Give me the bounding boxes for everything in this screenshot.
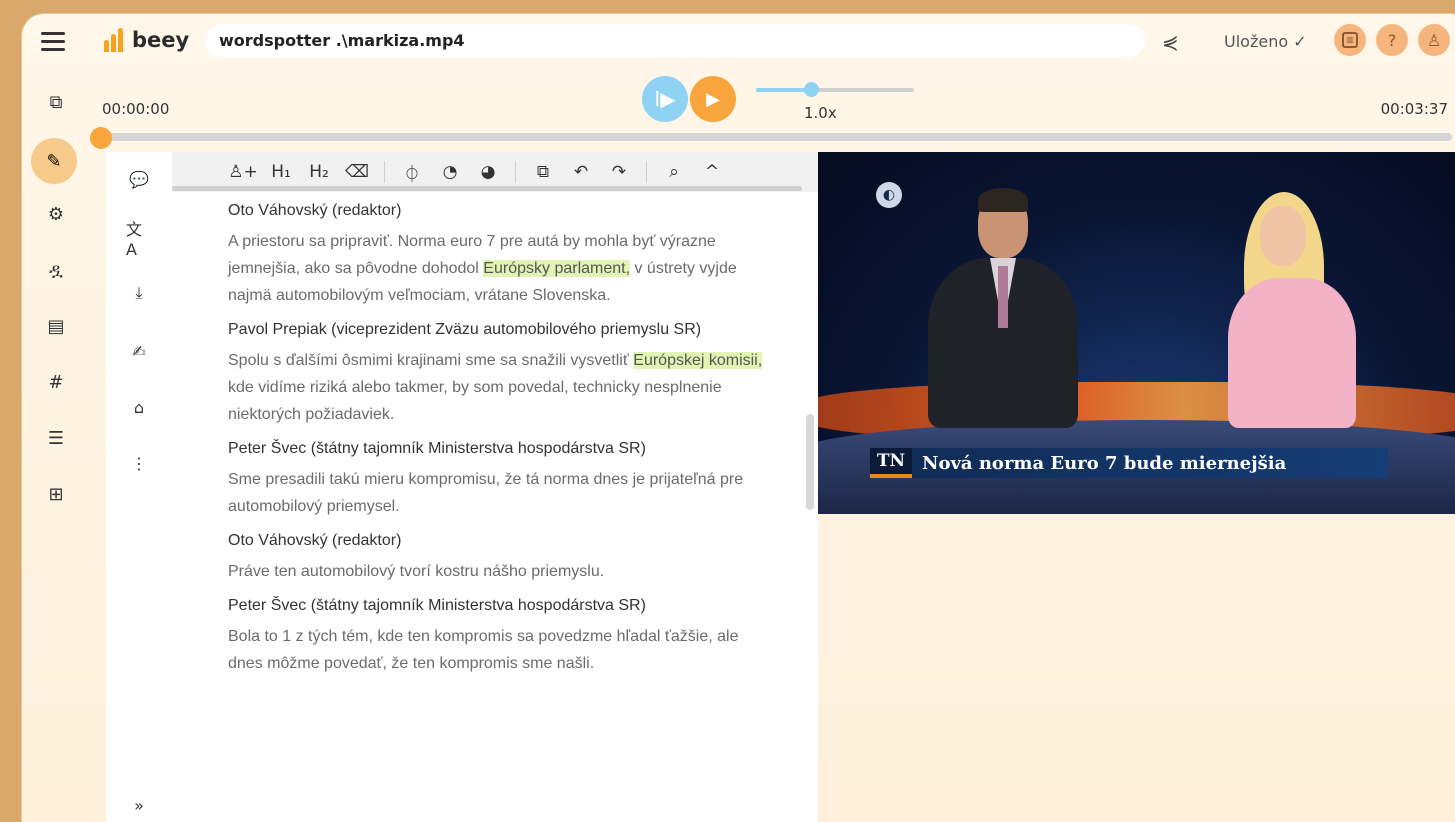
tag-icon[interactable]: ⌂ <box>126 394 152 420</box>
transcript-body[interactable]: Oto Váhovský (redaktor) A priestoru sa pr… <box>228 202 773 689</box>
toolbar-divider <box>515 161 516 183</box>
transcript-paragraph[interactable]: A priestoru sa pripraviť. Norma euro 7 p… <box>228 228 773 309</box>
share-icon[interactable]: ⋞ <box>1162 30 1179 54</box>
speaker-label[interactable]: Oto Váhovský (redaktor) <box>228 532 773 550</box>
search-icon[interactable]: ⌕ <box>655 158 693 186</box>
toolbar-divider <box>384 161 385 183</box>
timeline-bar[interactable] <box>90 127 1452 149</box>
female-anchor-figure <box>1222 192 1362 428</box>
hashtag-icon[interactable]: # <box>42 368 70 396</box>
users-icon[interactable]: ዷ <box>42 256 70 284</box>
copy-icon[interactable]: ⧉ <box>42 88 70 116</box>
download-icon[interactable]: ⤓ <box>126 280 152 306</box>
news-caption-bar: TN Nová norma Euro 7 bude miernejšia <box>870 448 1388 478</box>
top-bar: beey wordspotter .\markiza.mp4 ⋞ Uloženo… <box>22 14 1455 74</box>
menu-icon[interactable] <box>41 32 65 52</box>
expand-icon[interactable]: » <box>126 792 152 818</box>
edit-icon[interactable]: ✎ <box>31 138 77 184</box>
more-icon[interactable]: ⋮ <box>126 450 152 476</box>
transcript-paragraph[interactable]: Práve ten automobilový tvorí kostru nášh… <box>228 558 773 585</box>
tool-column: 💬 文A ⤓ ✍ ⌂ ⋮ » <box>106 152 172 822</box>
speaker-label[interactable]: Peter Švec (štátny tajomník Ministerstva… <box>228 440 773 458</box>
play-from-cursor-button[interactable]: I▶ <box>642 76 688 122</box>
sliders-button[interactable]: ▥ <box>1334 24 1366 56</box>
news-caption: Nová norma Euro 7 bude miernejšia <box>922 452 1287 474</box>
chevron-up-icon[interactable]: ^ <box>693 158 731 186</box>
tn-logo: TN <box>870 448 912 478</box>
add-speaker-icon[interactable]: ♙+ <box>224 158 262 186</box>
book-icon[interactable]: ▤ <box>42 312 70 340</box>
translate-icon[interactable]: 文A <box>126 220 152 259</box>
speed-label: 1.0x <box>804 104 837 122</box>
transcript-text: Sme presadili takú mieru kompromisu, že … <box>228 471 744 515</box>
play-button[interactable]: ▶ <box>690 76 736 122</box>
speaker-label[interactable]: Pavol Prepiak (viceprezident Zväzu autom… <box>228 321 773 339</box>
save-status: Uloženo ✓ <box>1224 32 1307 51</box>
timeline-handle[interactable] <box>90 127 112 149</box>
beey-logo[interactable]: beey <box>104 28 189 52</box>
gear-icon[interactable]: ⚙ <box>42 200 70 228</box>
heading-2-icon[interactable]: H₂ <box>300 158 338 186</box>
copy-icon[interactable]: ⧉ <box>524 158 562 186</box>
user-button[interactable]: ♙ <box>1418 24 1450 56</box>
total-time: 00:03:37 <box>1380 100 1448 118</box>
toolbar-scrollbar[interactable] <box>172 186 802 191</box>
play-icon: ▶ <box>706 88 720 110</box>
transcript-paragraph[interactable]: Sme presadili takú mieru kompromisu, že … <box>228 466 773 520</box>
eraser-icon[interactable]: ⌫ <box>338 158 376 186</box>
document-title[interactable]: wordspotter .\markiza.mp4 <box>205 24 1145 58</box>
list-icon[interactable]: ☰ <box>42 424 70 452</box>
transcript-paragraph[interactable]: Spolu s ďalšími ôsmimi krajinami sme sa … <box>228 347 773 428</box>
timestamp-b-icon[interactable]: ◕ <box>469 158 507 186</box>
grid-icon[interactable]: ⊞ <box>42 480 70 508</box>
speaker-label[interactable]: Oto Váhovský (redaktor) <box>228 202 773 220</box>
highlighted-keyword: Európskej komisii, <box>633 352 763 369</box>
undo-icon[interactable]: ↶ <box>562 158 600 186</box>
highlighted-keyword: Európsky parlament, <box>483 260 631 277</box>
channel-logo-icon: ◐ <box>876 182 902 208</box>
video-player[interactable]: ◐ TN Nová norma Euro 7 bude miernejšia ↔… <box>818 152 1455 514</box>
play-cursor-icon: I▶ <box>654 87 676 111</box>
timestamp-a-icon[interactable]: ◔ <box>431 158 469 186</box>
transcript-text: Spolu s ďalšími ôsmimi krajinami sme sa … <box>228 352 634 369</box>
transcript-paragraph[interactable]: Bola to 1 z tých tém, kde ten kompromis … <box>228 623 773 677</box>
speed-slider-handle[interactable] <box>804 82 820 97</box>
current-time: 00:00:00 <box>102 100 170 118</box>
transcript-text: Práve ten automobilový tvorí kostru nášh… <box>228 563 605 580</box>
speaker-label[interactable]: Peter Švec (štátny tajomník Ministerstva… <box>228 597 773 615</box>
transcript-text: kde vidíme riziká alebo takmer, by som p… <box>228 379 722 423</box>
edit-note-icon[interactable]: ✍ <box>126 338 152 364</box>
heading-1-icon[interactable]: H₁ <box>262 158 300 186</box>
logo-icon <box>104 28 126 52</box>
vertical-scrollbar[interactable] <box>806 414 814 510</box>
speed-slider[interactable] <box>756 82 914 97</box>
help-icon: ? <box>1387 30 1397 50</box>
redo-icon[interactable]: ↷ <box>600 158 638 186</box>
toolbar-divider <box>646 161 647 183</box>
app-window: beey wordspotter .\markiza.mp4 ⋞ Uloženo… <box>22 14 1455 822</box>
sliders-icon: ▥ <box>1342 32 1358 48</box>
speed-slider-fill <box>756 88 812 92</box>
timestamp-down-icon[interactable]: ⏀ <box>393 158 431 186</box>
male-anchor-figure <box>928 188 1078 428</box>
help-button[interactable]: ? <box>1376 24 1408 56</box>
logo-text: beey <box>132 28 190 52</box>
user-icon: ♙ <box>1426 30 1442 50</box>
transcript-text: Bola to 1 z tých tém, kde ten kompromis … <box>228 628 739 672</box>
transcript-editor[interactable]: ♙+ H₁ H₂ ⌫ ⏀ ◔ ◕ ⧉ ↶ ↷ ⌕ ^ Oto Váhovský … <box>172 152 818 822</box>
comment-icon[interactable]: 💬 <box>126 166 152 192</box>
